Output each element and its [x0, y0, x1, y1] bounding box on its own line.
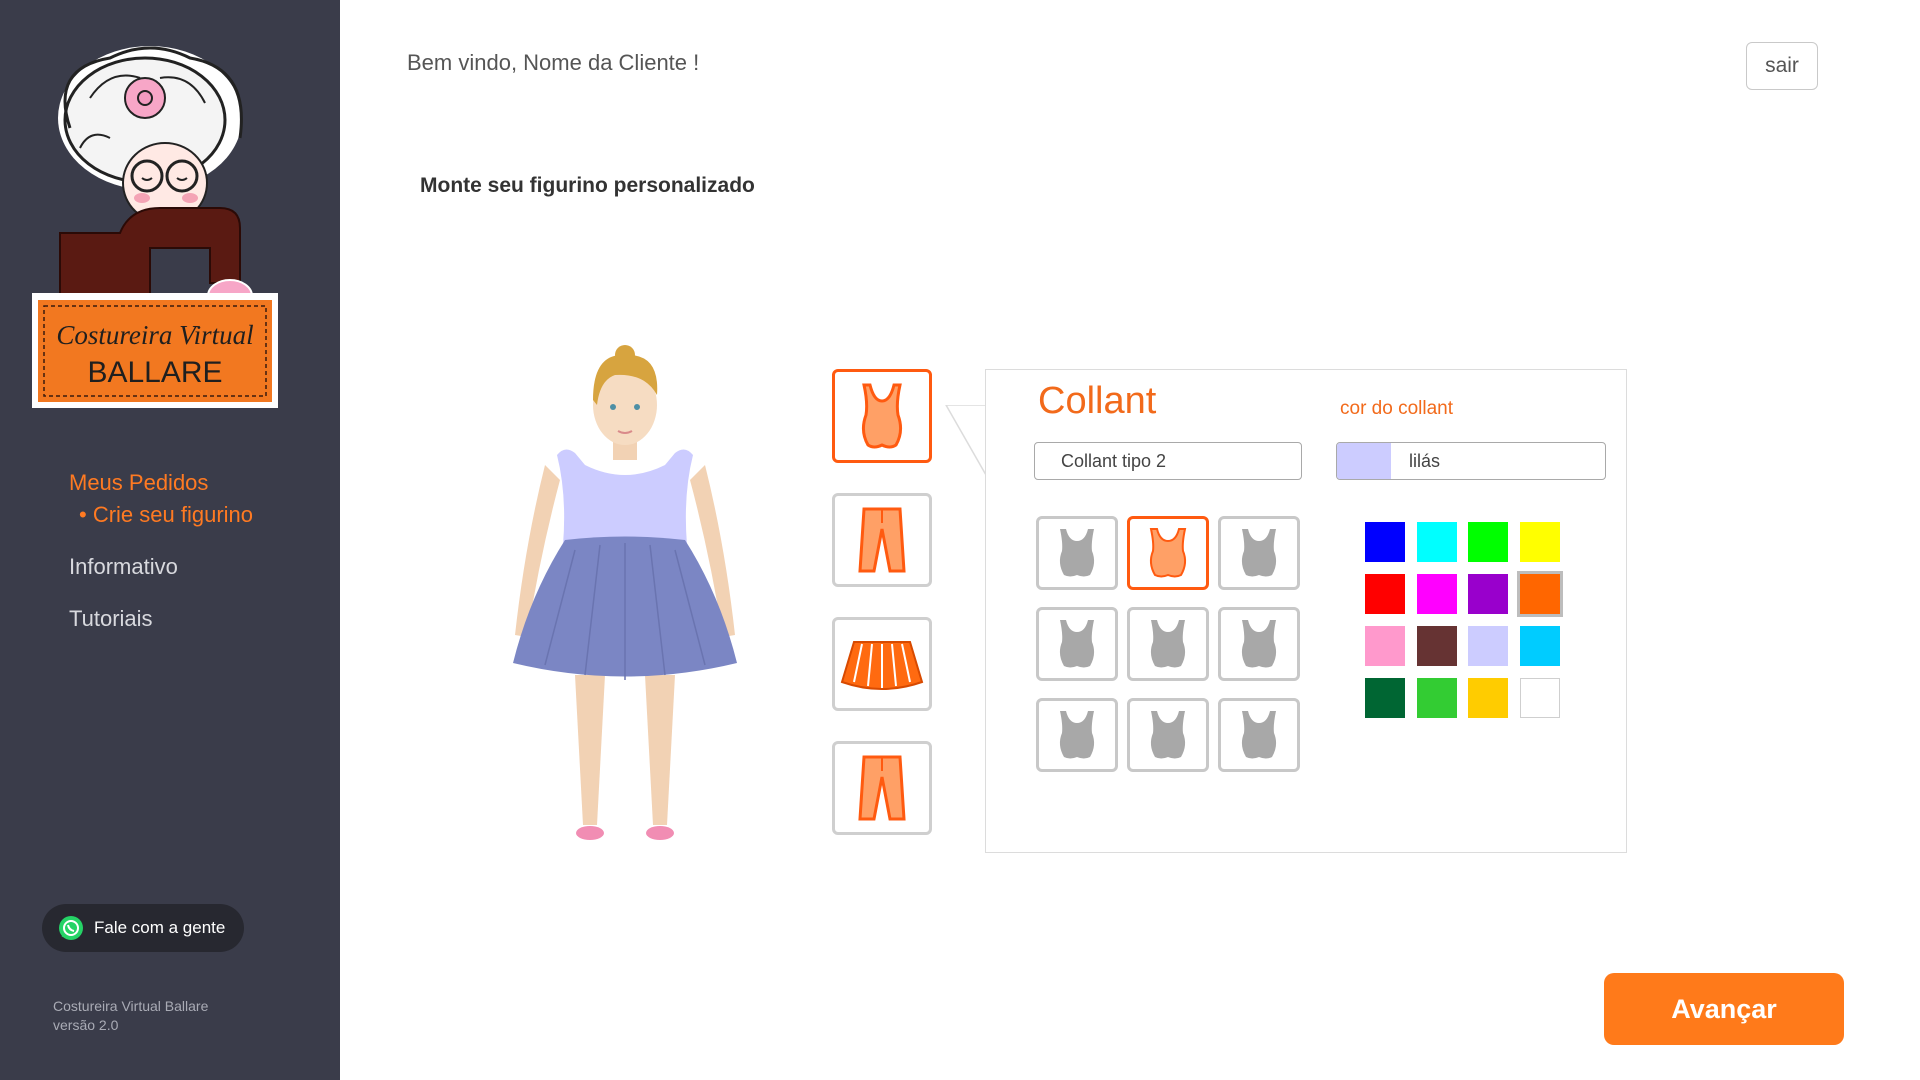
type-option-5[interactable]: [1127, 607, 1209, 681]
type-select[interactable]: Collant tipo 2: [1034, 442, 1302, 480]
nav-item-crie-seu-figurino[interactable]: • Crie seu figurino: [79, 502, 253, 528]
customization-panel: Collant cor do collant Collant tipo 2 li…: [985, 369, 1627, 853]
color-swatch-14[interactable]: [1416, 678, 1457, 718]
color-swatch-15[interactable]: [1468, 678, 1508, 718]
tutu-skirt-icon: [840, 641, 924, 690]
leotard-icon: [1059, 620, 1095, 668]
whatsapp-icon: [59, 916, 83, 940]
leotard-icon: [1241, 529, 1277, 577]
logo-script-text: Costureira Virtual: [56, 320, 253, 350]
selected-color-label: lilás: [1409, 450, 1441, 471]
leotard-icon: [1059, 529, 1095, 577]
panel-title: Collant: [1038, 380, 1157, 422]
color-section-title: cor do collant: [1340, 398, 1454, 419]
app-version: Costureira Virtual Ballare versão 2.0: [53, 997, 208, 1035]
category-skirt-button[interactable]: [832, 617, 932, 711]
footer-app-name: Costureira Virtual Ballare: [53, 998, 209, 1014]
color-swatch-16[interactable]: [1519, 678, 1560, 718]
pants-icon: [858, 755, 906, 821]
color-swatch-4[interactable]: [1519, 522, 1560, 562]
leotard-icon: [1241, 711, 1277, 759]
leotard-icon: [1059, 711, 1095, 759]
nav-item-informativo[interactable]: Informativo: [69, 554, 253, 580]
color-swatch-9[interactable]: [1365, 626, 1405, 666]
nav-item-meus-pedidos[interactable]: Meus Pedidos: [69, 470, 253, 496]
leotard-icon: [861, 383, 903, 449]
color-swatch-12[interactable]: [1519, 626, 1560, 666]
color-swatch-7[interactable]: [1468, 574, 1508, 614]
leotard-icon: [1149, 528, 1187, 578]
welcome-message: Bem vindo, Nome da Cliente !: [407, 50, 700, 75]
leotard-icon: [1241, 620, 1277, 668]
type-option-2[interactable]: [1127, 516, 1209, 590]
logo-brand-text: BALLARE: [87, 356, 222, 389]
leotard-icon: [1150, 620, 1186, 668]
category-pants-button[interactable]: [832, 493, 932, 587]
color-select[interactable]: lilás: [1336, 442, 1606, 480]
leotard-icon: [1150, 711, 1186, 759]
nav-item-tutoriais[interactable]: Tutoriais: [69, 606, 253, 632]
whatsapp-button[interactable]: Fale com a gente: [42, 904, 244, 952]
category-pants-2-button[interactable]: [832, 741, 932, 835]
type-option-1[interactable]: [1036, 516, 1118, 590]
pants-icon: [858, 507, 906, 573]
type-option-9[interactable]: [1218, 698, 1300, 772]
type-option-4[interactable]: [1036, 607, 1118, 681]
color-swatch-11[interactable]: [1468, 626, 1508, 666]
color-swatch-13[interactable]: [1365, 678, 1405, 718]
category-leotard-button[interactable]: [832, 369, 932, 463]
color-swatch-3[interactable]: [1468, 522, 1508, 562]
type-option-3[interactable]: [1218, 516, 1300, 590]
next-button[interactable]: Avançar: [1604, 973, 1844, 1045]
selected-color-preview: [1337, 443, 1391, 479]
page-title: Monte seu figurino personalizado: [420, 174, 755, 197]
color-swatch-6[interactable]: [1416, 574, 1457, 614]
main-nav: Meus Pedidos • Crie seu figurino Informa…: [69, 470, 253, 658]
logout-button[interactable]: sair: [1746, 42, 1818, 90]
type-option-7[interactable]: [1036, 698, 1118, 772]
color-swatch-5[interactable]: [1365, 574, 1405, 614]
sidebar: Costureira Virtual BALLARE Meus Pedidos …: [0, 0, 340, 1080]
color-swatch-10[interactable]: [1416, 626, 1457, 666]
type-option-6[interactable]: [1218, 607, 1300, 681]
footer-version: versão 2.0: [53, 1017, 119, 1033]
leotard-shape: [557, 449, 693, 545]
color-swatch-2[interactable]: [1416, 522, 1457, 562]
color-swatch-1[interactable]: [1365, 522, 1405, 562]
color-swatch-8[interactable]: [1516, 571, 1563, 617]
whatsapp-label: Fale com a gente: [94, 918, 226, 937]
brand-logo: Costureira Virtual BALLARE: [32, 46, 278, 408]
type-option-8[interactable]: [1127, 698, 1209, 772]
costume-preview-figure: [513, 345, 737, 840]
